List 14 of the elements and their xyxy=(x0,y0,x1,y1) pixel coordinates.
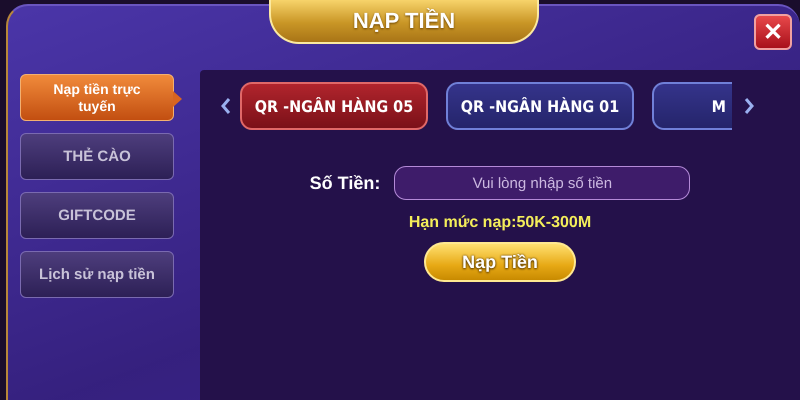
window-title: NẠP TIỀN xyxy=(269,0,539,44)
bank-tab[interactable]: QR -NGÂN HÀNG 01 xyxy=(446,82,634,130)
amount-label: Số Tiền: xyxy=(310,172,380,194)
bank-tab[interactable]: QR -NGÂN HÀNG 05 xyxy=(240,82,428,130)
amount-field[interactable]: Vui lòng nhập số tiền xyxy=(394,166,690,200)
sidebar-item[interactable]: Lịch sử nạp tiền xyxy=(20,251,174,298)
chevron-right-icon[interactable] xyxy=(743,97,755,115)
chevron-left-icon[interactable] xyxy=(220,97,232,115)
pointer-icon xyxy=(173,91,182,107)
sidebar-item[interactable]: THẺ CÀO xyxy=(20,133,174,180)
close-button[interactable]: ✕ xyxy=(754,14,792,50)
sidebar-item[interactable]: GIFTCODE xyxy=(20,192,174,239)
limit-text: Hạn mức nạp:50K-300M xyxy=(408,214,592,232)
bank-tab[interactable]: M xyxy=(652,82,732,130)
